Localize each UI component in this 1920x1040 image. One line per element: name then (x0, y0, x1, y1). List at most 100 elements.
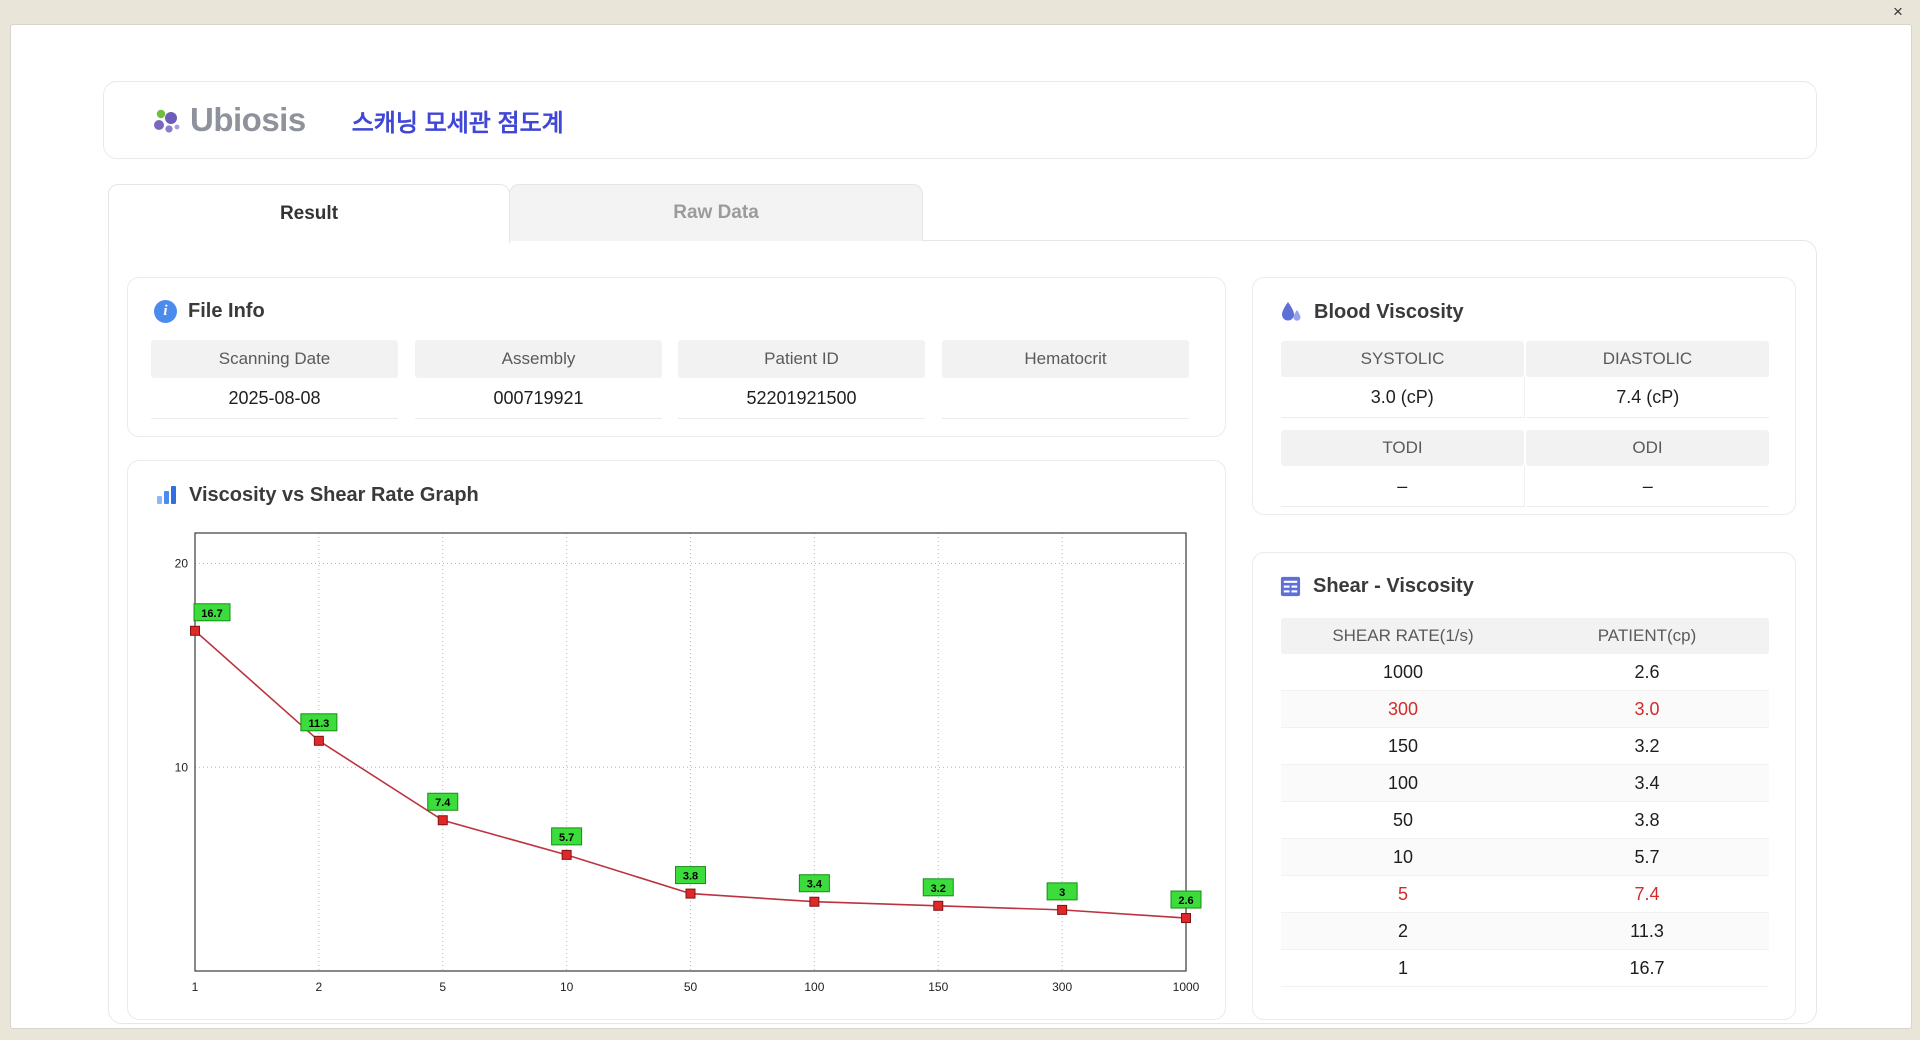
field-scanning-date: Scanning Date 2025-08-08 (151, 340, 398, 419)
shear-viscosity-card: Shear - Viscosity SHEAR RATE(1/s) PATIEN… (1252, 552, 1796, 1020)
svg-text:100: 100 (804, 980, 824, 994)
tab-result-label: Result (279, 203, 339, 224)
table-row: 150 3.2 (1281, 728, 1769, 765)
shear-rate-cell: 150 (1387, 736, 1419, 756)
blood-viscosity-title: Blood Viscosity (1279, 300, 1464, 324)
field-label: Patient ID (678, 340, 925, 378)
blood-viscosity-title-text: Blood Viscosity (1314, 300, 1464, 323)
table-header-row: SHEAR RATE(1/s) PATIENT(cp) (1281, 618, 1769, 654)
file-info-title: i File Info (154, 300, 265, 323)
svg-text:50: 50 (684, 980, 698, 994)
svg-text:16.7: 16.7 (201, 608, 222, 620)
table-row: 300 3.0 (1281, 691, 1769, 728)
close-icon[interactable]: × (1888, 2, 1908, 22)
shear-rate-cell: 10 (1392, 847, 1414, 867)
svg-text:5.7: 5.7 (559, 832, 574, 844)
svg-text:2: 2 (316, 980, 323, 994)
svg-text:150: 150 (928, 980, 948, 994)
patient-cell: 2.6 (1634, 662, 1660, 682)
file-info-card: i File Info Scanning Date 2025-08-08 Ass… (127, 277, 1226, 437)
svg-text:2.6: 2.6 (1178, 895, 1193, 907)
tab-raw-data[interactable]: Raw Data (509, 184, 923, 241)
shear-rate-cell: 100 (1387, 773, 1419, 793)
table-row: 50 3.8 (1281, 802, 1769, 839)
table-row: 100 3.4 (1281, 765, 1769, 802)
patient-cell: 5.7 (1634, 847, 1660, 867)
info-circle-icon: i (154, 300, 177, 323)
result-panel: i File Info Scanning Date 2025-08-08 Ass… (108, 240, 1817, 1024)
systolic-value: 3.0 (cP) (1281, 377, 1525, 418)
shear-rate-cell: 5 (1397, 884, 1408, 904)
shear-rate-cell: 1000 (1382, 662, 1424, 682)
graph-title-text: Viscosity vs Shear Rate Graph (189, 483, 479, 506)
table-row: 10 5.7 (1281, 839, 1769, 876)
blood-viscosity-card: Blood Viscosity SYSTOLIC DIASTOLIC 3.0 (… (1252, 277, 1796, 515)
patient-cell: 16.7 (1629, 958, 1665, 978)
field-label: Hematocrit (942, 340, 1189, 378)
patient-cell: 3.8 (1634, 810, 1660, 830)
viscosity-line-chart: 10 20 1 2 5 10 50 100 150 300 1000 16.7 11.3 7.4 5.7 3.… (175, 532, 1202, 994)
shear-viscosity-title: Shear - Viscosity (1279, 575, 1474, 598)
svg-text:10: 10 (560, 980, 574, 994)
patient-cell: 3.0 (1634, 699, 1660, 719)
table-body: 1000 2.6 300 3.0 150 3.2 100 3.4 50 3.8 … (1281, 654, 1769, 987)
odi-value: – (1526, 466, 1769, 507)
viscosity-chart-area: 10 20 1 2 5 10 50 100 150 300 1000 16.7 11.3 7.4 5.7 3.… (158, 517, 1218, 1000)
todi-value: – (1281, 466, 1525, 507)
systolic-header: SYSTOLIC (1281, 341, 1524, 377)
svg-text:5: 5 (439, 980, 446, 994)
svg-text:20: 20 (175, 557, 189, 571)
shear-rate-cell: 300 (1387, 699, 1419, 719)
logo-text: Ubiosis (190, 101, 306, 138)
table-row: 1000 2.6 (1281, 654, 1769, 691)
field-label: Assembly (415, 340, 662, 378)
svg-text:1: 1 (192, 980, 199, 994)
table-row: 2 11.3 (1281, 913, 1769, 950)
todi-odi-table: TODI ODI – – (1281, 430, 1769, 507)
patient-cell: 3.4 (1634, 773, 1660, 793)
field-value (942, 378, 1189, 419)
page-title: 스캐닝 모세관 점도계 (351, 109, 564, 137)
patient-cell: 3.2 (1634, 736, 1660, 756)
todi-header: TODI (1281, 430, 1524, 466)
field-value: 52201921500 (678, 378, 925, 419)
systolic-diastolic-table: SYSTOLIC DIASTOLIC 3.0 (cP) 7.4 (cP) (1281, 341, 1769, 418)
logo-dots-icon (154, 109, 180, 133)
svg-text:1000: 1000 (1173, 980, 1200, 994)
water-drops-icon (1282, 302, 1301, 321)
svg-text:11.3: 11.3 (308, 718, 329, 730)
patient-cell: 11.3 (1630, 921, 1664, 941)
app-header: Ubiosis 스캐닝 모세관 점도계 (103, 81, 1817, 159)
field-value: 2025-08-08 (151, 378, 398, 419)
field-assembly: Assembly 000719921 (415, 340, 662, 419)
graph-title: Viscosity vs Shear Rate Graph (154, 483, 479, 507)
svg-text:10: 10 (175, 760, 189, 774)
table-row: 1 16.7 (1281, 950, 1769, 987)
viscosity-graph-card: Viscosity vs Shear Rate Graph 10 20 1 2 5 10 5… (127, 460, 1226, 1020)
table-grid-icon (1280, 576, 1301, 597)
odi-header: ODI (1526, 430, 1769, 466)
patient-column-header: PATIENT(cp) (1597, 626, 1697, 645)
file-info-title-text: File Info (188, 300, 265, 322)
svg-text:7.4: 7.4 (435, 797, 451, 809)
shear-rate-cell: 50 (1392, 810, 1414, 830)
field-label: Scanning Date (151, 340, 398, 378)
diastolic-header: DIASTOLIC (1526, 341, 1769, 377)
tab-result[interactable]: Result (108, 184, 510, 243)
svg-text:300: 300 (1052, 980, 1072, 994)
shear-rate-column-header: SHEAR RATE(1/s) (1332, 626, 1474, 645)
table-row: 5 7.4 (1281, 876, 1769, 913)
diastolic-value: 7.4 (cP) (1526, 377, 1769, 418)
field-patient-id: Patient ID 52201921500 (678, 340, 925, 419)
svg-text:3.8: 3.8 (683, 871, 698, 883)
svg-text:3: 3 (1059, 887, 1065, 899)
field-hematocrit: Hematocrit (942, 340, 1189, 419)
svg-text:3.2: 3.2 (931, 883, 946, 895)
tab-raw-data-label: Raw Data (673, 202, 759, 223)
app-logo: Ubiosis (150, 101, 306, 139)
bar-chart-icon (157, 486, 176, 504)
shear-viscosity-table: SHEAR RATE(1/s) PATIENT(cp) 1000 2.6 300… (1281, 618, 1769, 987)
patient-cell: 7.4 (1634, 884, 1660, 904)
shear-rate-cell: 1 (1397, 958, 1408, 978)
field-value: 000719921 (415, 378, 662, 419)
